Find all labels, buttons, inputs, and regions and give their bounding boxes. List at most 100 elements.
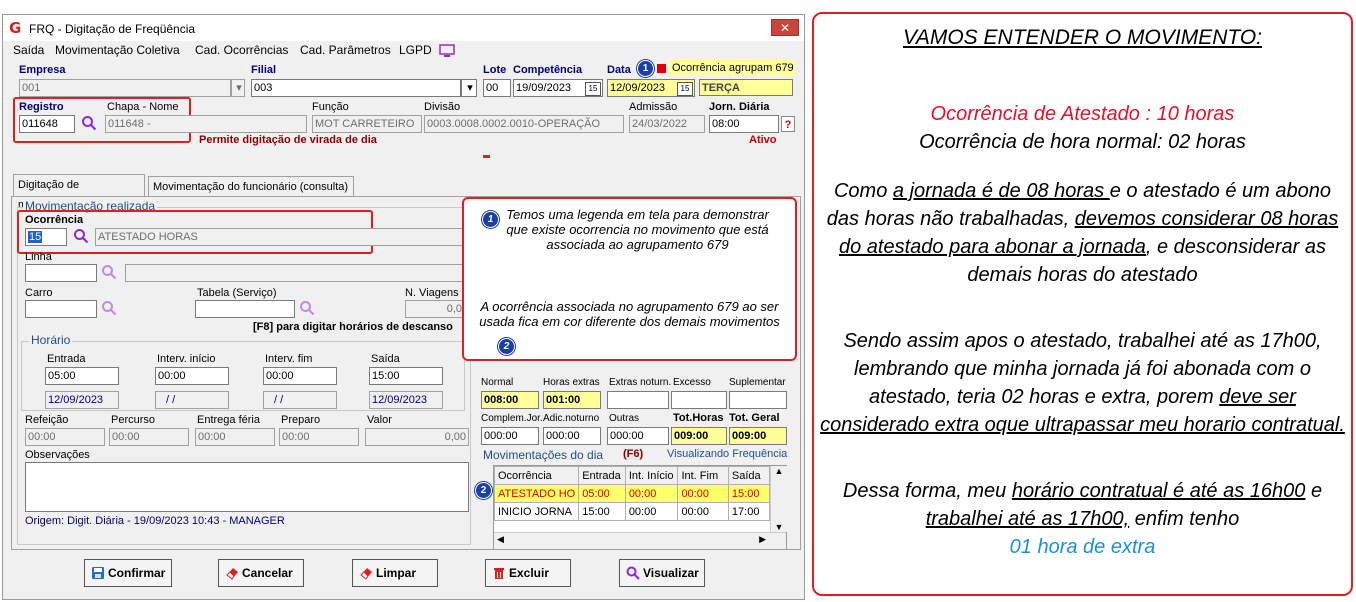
confirmar-button[interactable]: Confirmar bbox=[84, 559, 172, 587]
valor-field[interactable]: 0,00 bbox=[365, 428, 469, 446]
tab-digitacao[interactable]: Digitação de movimentos bbox=[13, 174, 145, 211]
eraser-icon bbox=[360, 568, 372, 580]
cell-entrada: 15:00 bbox=[578, 502, 626, 521]
f8-hint: [F8] para digitar horários de descanso bbox=[253, 321, 453, 333]
ocorrencia-code-field[interactable]: 15 bbox=[25, 228, 67, 246]
filial-label: Filial bbox=[251, 64, 277, 76]
search-icon[interactable] bbox=[101, 264, 117, 280]
observacoes-field[interactable] bbox=[25, 462, 469, 512]
col-entrada[interactable]: Entrada bbox=[578, 466, 626, 485]
monitor-icon[interactable] bbox=[439, 44, 455, 58]
scroll-left-icon[interactable]: ◀ bbox=[497, 534, 504, 545]
jornada-label: Jorn. Diária bbox=[709, 101, 770, 113]
menu-lgpd[interactable]: LGPD bbox=[399, 43, 432, 57]
p1-b: a jornada é de 08 horas bbox=[892, 180, 1110, 202]
carro-field[interactable] bbox=[25, 300, 97, 318]
menu-bar: Saída Movimentação Coletiva Cad. Ocorrên… bbox=[3, 41, 804, 61]
empresa-dropdown-icon[interactable]: ▾ bbox=[231, 79, 245, 97]
percurso-field[interactable]: 00:00 bbox=[109, 428, 189, 446]
menu-saida[interactable]: Saída bbox=[13, 43, 44, 57]
filial-dropdown-icon[interactable]: ▾ bbox=[461, 79, 477, 97]
data-label: Data bbox=[607, 64, 631, 76]
limpar-button[interactable]: Limpar bbox=[352, 559, 438, 587]
marker-1-icon: 1 bbox=[637, 60, 654, 77]
suplementar-label: Suplementar bbox=[729, 377, 786, 388]
help-button[interactable]: ? bbox=[781, 116, 795, 132]
calendar-icon[interactable]: 15 bbox=[585, 82, 601, 96]
preparo-label: Preparo bbox=[281, 414, 321, 426]
table-row[interactable]: ATESTADO HO 05:00 00:00 00:00 15:00 bbox=[493, 484, 771, 503]
f6-shortcut: (F6) bbox=[623, 448, 644, 460]
int-fim-field[interactable]: 00:00 bbox=[263, 367, 337, 385]
filial-field[interactable]: 003 bbox=[251, 79, 461, 97]
menu-cad-ocorrencias[interactable]: Cad. Ocorrências bbox=[195, 43, 288, 57]
tabela-field[interactable] bbox=[195, 300, 295, 318]
refeicao-field[interactable]: 00:00 bbox=[25, 428, 105, 446]
lote-field[interactable]: 00 bbox=[483, 79, 511, 97]
linha-field[interactable] bbox=[25, 264, 97, 282]
empresa-field[interactable]: 001 bbox=[19, 79, 231, 97]
ocorrencia-desc-field: ATESTADO HORAS bbox=[95, 228, 465, 246]
ocorrencia-label: Ocorrência bbox=[25, 214, 84, 226]
excluir-button[interactable]: Excluir bbox=[485, 559, 571, 587]
search-icon[interactable] bbox=[299, 300, 315, 316]
p3-c: e bbox=[1305, 480, 1323, 502]
adic-noturno-field: 000:00 bbox=[543, 427, 601, 445]
lote-label: Lote bbox=[483, 64, 507, 76]
ocorrencia-code-value: 15 bbox=[28, 231, 43, 243]
tab-movimentacao-funcionario[interactable]: Movimentação do funcionário (consulta) bbox=[148, 176, 354, 196]
cell-saida: 15:00 bbox=[727, 484, 771, 503]
jornada-field[interactable]: 08:00 bbox=[709, 115, 779, 133]
saida-field[interactable]: 15:00 bbox=[369, 367, 443, 385]
table-row[interactable]: INICIO JORNA 15:00 00:00 00:00 17:00 bbox=[493, 502, 771, 521]
paragraph-extra: Sendo assim apos o atestado, trabalhei a… bbox=[820, 327, 1345, 439]
int-inicio-date: / / bbox=[155, 391, 229, 409]
search-icon[interactable] bbox=[73, 228, 89, 244]
menu-cad-parametros[interactable]: Cad. Parâmetros bbox=[300, 43, 391, 57]
scroll-right-icon[interactable]: ▶ bbox=[759, 534, 766, 545]
preparo-field[interactable]: 00:00 bbox=[279, 428, 359, 446]
viagens-field[interactable]: 0,0 bbox=[405, 300, 465, 318]
tot-geral-field: 009:00 bbox=[729, 427, 787, 445]
cancelar-button[interactable]: Cancelar bbox=[218, 559, 304, 587]
registro-field[interactable]: 011648 bbox=[19, 115, 75, 133]
entrada-field[interactable]: 05:00 bbox=[45, 367, 119, 385]
cell-ocorrencia: ATESTADO HO bbox=[493, 484, 580, 503]
col-int-inicio[interactable]: Int. Início bbox=[624, 466, 679, 485]
chapa-nome-field: 011648 - bbox=[105, 115, 307, 133]
p3-b: horário contratual é até as 16h00 bbox=[1011, 480, 1306, 502]
visualizar-button[interactable]: Visualizar bbox=[619, 559, 705, 587]
weekday-display: TERÇA bbox=[699, 79, 793, 96]
virada-dia-text: Permite digitação de virada de dia bbox=[199, 134, 377, 146]
col-int-fim[interactable]: Int. Fim bbox=[677, 466, 729, 485]
tot-geral-label: Tot. Geral bbox=[729, 412, 780, 424]
horizontal-scrollbar[interactable]: ◀ ▶ bbox=[494, 532, 786, 549]
suplementar-field bbox=[729, 391, 787, 409]
search-icon[interactable] bbox=[81, 115, 97, 131]
int-inicio-label: Interv. início bbox=[157, 353, 216, 365]
p1-a: Como bbox=[833, 180, 893, 202]
search-icon[interactable] bbox=[101, 300, 117, 316]
calendar-icon[interactable]: 15 bbox=[677, 82, 693, 96]
p3-f: 01 hora de extra bbox=[1009, 536, 1156, 558]
int-inicio-field[interactable]: 00:00 bbox=[155, 367, 229, 385]
menu-movimentacao-coletiva[interactable]: Movimentação Coletiva bbox=[55, 43, 180, 57]
horas-extras-label: Horas extras bbox=[543, 377, 600, 388]
cell-int-inicio: 00:00 bbox=[624, 502, 679, 521]
linha-desc-field bbox=[125, 264, 465, 282]
saida-label: Saída bbox=[371, 353, 400, 365]
tot-horas-label: Tot.Horas bbox=[673, 412, 724, 424]
scroll-up-icon[interactable]: ▲ bbox=[771, 466, 787, 476]
viagens-label: N. Viagens bbox=[405, 287, 459, 299]
vertical-scrollbar[interactable]: ▲ ▼ bbox=[770, 466, 787, 532]
scroll-down-icon[interactable]: ▼ bbox=[771, 522, 787, 532]
col-ocorrencia[interactable]: Ocorrência bbox=[493, 466, 580, 485]
funcao-label: Função bbox=[312, 101, 349, 113]
close-button[interactable]: ✕ bbox=[771, 19, 799, 36]
movdia-title: Movimentações do dia bbox=[483, 448, 604, 462]
cell-int-fim: 00:00 bbox=[677, 502, 729, 521]
entrega-field[interactable]: 00:00 bbox=[195, 428, 275, 446]
col-saida[interactable]: Saída bbox=[727, 466, 771, 485]
title-bar: G FRQ - Digitação de Freqüência ✕ bbox=[3, 15, 804, 41]
confirmar-label: Confirmar bbox=[108, 566, 166, 580]
